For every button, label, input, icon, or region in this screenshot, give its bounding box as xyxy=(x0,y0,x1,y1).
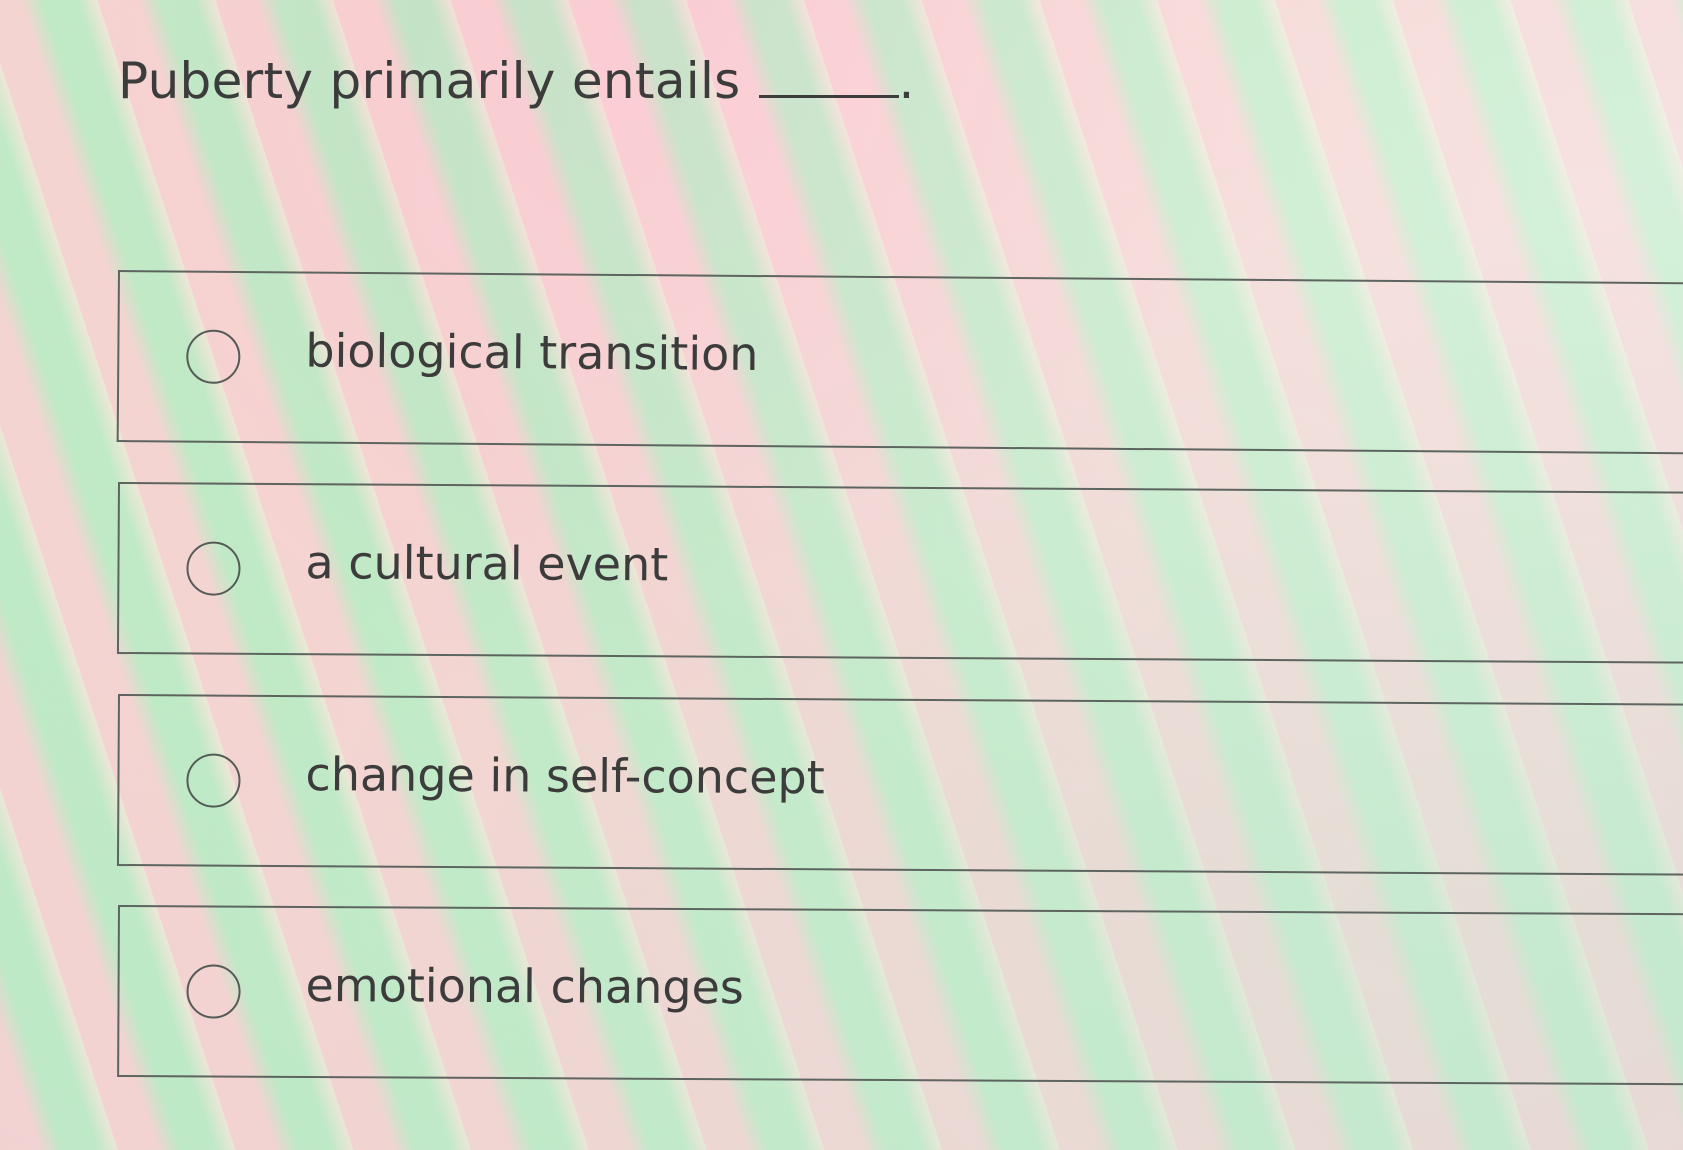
option-label: biological transition xyxy=(305,323,759,382)
answer-option-biological-transition[interactable]: biological transition xyxy=(116,270,1683,455)
answer-blank xyxy=(758,55,899,98)
option-label: a cultural event xyxy=(305,535,669,592)
radio-button-icon[interactable] xyxy=(186,753,241,808)
question-prompt: Puberty primarily entails. xyxy=(118,52,915,110)
radio-button-icon[interactable] xyxy=(186,329,241,384)
radio-button-icon[interactable] xyxy=(186,964,241,1019)
answer-option-cultural-event[interactable]: a cultural event xyxy=(116,482,1683,664)
radio-button-icon[interactable] xyxy=(186,541,241,596)
question-text: Puberty primarily entails xyxy=(118,52,741,110)
answer-option-self-concept[interactable]: change in self-concept xyxy=(116,694,1683,876)
answer-option-emotional-changes[interactable]: emotional changes xyxy=(117,905,1683,1086)
question-period: . xyxy=(898,52,915,110)
option-label: change in self-concept xyxy=(305,747,825,805)
option-label: emotional changes xyxy=(305,957,744,1015)
